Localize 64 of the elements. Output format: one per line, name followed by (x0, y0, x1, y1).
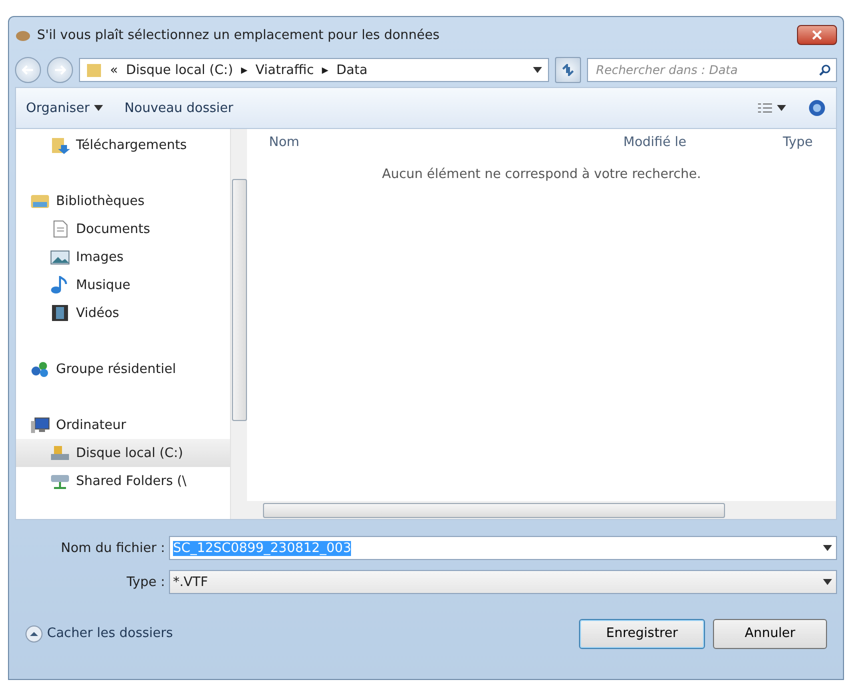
caret-icon (777, 105, 786, 111)
field-label: Type : (126, 574, 165, 590)
disk-drive-icon (50, 444, 70, 462)
breadcrumb-separator[interactable]: ▸ (322, 62, 328, 78)
refresh-arrows-icon (561, 64, 575, 76)
field-label: Nom du fichier : (60, 540, 165, 556)
empty-message: Aucun élément ne correspond à votre recherche. (382, 167, 701, 182)
save-button[interactable]: Enregistrer (579, 618, 705, 648)
window-title: S'il vous plaît sélectionnez un emplacement pour les données (37, 28, 441, 42)
organize-menu[interactable]: Organiser (26, 100, 103, 116)
sidebar-item[interactable]: Images (16, 243, 230, 271)
folder-icon (86, 62, 102, 78)
app-icon (15, 28, 31, 42)
hide-folders-button[interactable]: Cacher les dossiers (25, 624, 173, 642)
sidebar-item[interactable]: Musique (16, 271, 230, 299)
address-bar[interactable]: « Disque local (C:) ▸ Viatraffic ▸ Data (79, 58, 549, 82)
close-button[interactable] (797, 25, 837, 45)
caret-icon (823, 579, 832, 585)
collapse-up-icon (25, 624, 43, 642)
column-header[interactable]: Type (782, 134, 836, 150)
network-drive-icon (50, 472, 70, 490)
film-icon (50, 304, 70, 322)
forward-arrow-icon (54, 65, 66, 75)
sidebar-item[interactable]: Bibliothèques (16, 187, 230, 215)
computer-icon (30, 416, 50, 434)
dropdown-caret-icon (533, 67, 542, 73)
breadcrumb[interactable]: Data (336, 62, 368, 78)
forward-button[interactable] (47, 57, 73, 83)
music-note-icon (50, 276, 70, 294)
view-options-button[interactable] (757, 102, 786, 114)
help-icon[interactable] (808, 99, 826, 117)
back-arrow-icon (22, 65, 34, 75)
caret-icon (823, 545, 832, 551)
search-field[interactable]: Rechercher dans : Data (587, 58, 837, 82)
search-icon (819, 64, 831, 76)
sidebar-item[interactable]: Vidéos (16, 299, 230, 327)
sidebar-item[interactable]: Documents (16, 215, 230, 243)
breadcrumb[interactable]: Viatraffic (256, 62, 314, 78)
breadcrumb-separator[interactable]: ▸ (241, 62, 248, 78)
sidebar-item[interactable]: Téléchargements (16, 131, 230, 159)
list-view-icon (757, 102, 773, 114)
homegroup-icon (30, 360, 50, 378)
scrollbar-thumb[interactable] (232, 179, 246, 421)
library-icon (30, 192, 50, 210)
sidebar-item[interactable]: Shared Folders (\ (16, 467, 230, 495)
cancel-button[interactable]: Annuler (713, 618, 827, 648)
download-folder-icon (50, 136, 70, 154)
column-header[interactable]: Modifié le (623, 134, 783, 150)
new-folder-button[interactable]: Nouveau dossier (124, 100, 234, 116)
image-icon (50, 248, 70, 266)
vertical-scrollbar[interactable] (230, 129, 247, 519)
sidebar-item[interactable]: Groupe résidentiel (16, 355, 230, 383)
refresh-button[interactable] (555, 57, 581, 83)
scrollbar-thumb[interactable] (263, 502, 725, 518)
sidebar-item[interactable]: Disque local (C:) (16, 439, 230, 467)
type-dropdown[interactable]: *.VTF (169, 570, 837, 594)
caret-icon (94, 105, 103, 111)
breadcrumb-overflow[interactable]: « (110, 62, 118, 78)
column-header[interactable]: Nom (269, 134, 624, 150)
breadcrumb[interactable]: Disque local (C:) (126, 62, 234, 78)
close-icon (812, 30, 822, 40)
back-button[interactable] (15, 57, 41, 83)
sidebar-item[interactable]: Ordinateur (16, 411, 230, 439)
horizontal-scrollbar[interactable] (247, 501, 836, 519)
